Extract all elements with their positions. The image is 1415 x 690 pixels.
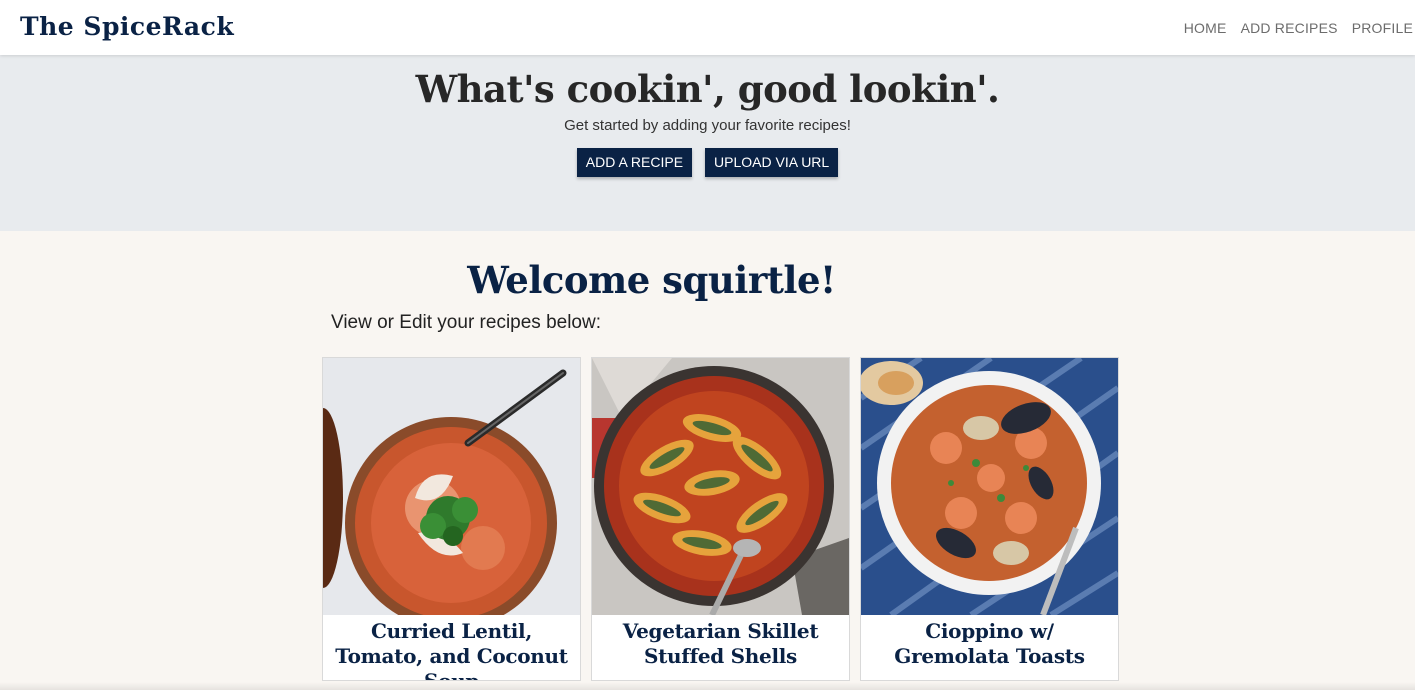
recipe-title[interactable]: Cioppino w/ Gremolata Toasts (861, 615, 1118, 680)
recipe-cards: Curried Lentil, Tomato, and Coconut Soup (322, 357, 1119, 681)
recipe-card-skillet-stuffed-shells[interactable]: Vegetarian Skillet Stuffed Shells (591, 357, 850, 681)
recipe-card-curried-lentil-soup[interactable]: Curried Lentil, Tomato, and Coconut Soup (322, 357, 581, 681)
nav-link-home[interactable]: HOME (1184, 20, 1227, 36)
top-navbar: The SpiceRack HOME ADD RECIPES PROFILE (0, 0, 1415, 55)
hero-banner: What's cookin', good lookin'. Get starte… (0, 55, 1415, 231)
nav-link-profile[interactable]: PROFILE (1352, 20, 1413, 36)
soup-bowl-photo[interactable] (323, 358, 580, 615)
cioppino-bowl-photo[interactable] (861, 358, 1118, 615)
upload-via-url-button[interactable]: UPLOAD VIA URL (705, 148, 839, 177)
nav-links: HOME ADD RECIPES PROFILE (1184, 20, 1413, 36)
recipe-card-cioppino[interactable]: Cioppino w/ Gremolata Toasts (860, 357, 1119, 681)
stuffed-shells-skillet-photo[interactable] (592, 358, 849, 615)
nav-link-add-recipes[interactable]: ADD RECIPES (1241, 20, 1338, 36)
recipes-subtitle: View or Edit your recipes below: (331, 312, 601, 333)
hero-title: What's cookin', good lookin'. (415, 67, 1000, 111)
add-recipe-button[interactable]: ADD A RECIPE (576, 148, 693, 177)
bottom-shadow (0, 682, 1415, 690)
hero-buttons: ADD A RECIPE UPLOAD VIA URL (0, 148, 1415, 177)
welcome-heading: Welcome squirtle! (467, 258, 836, 302)
recipe-title[interactable]: Curried Lentil, Tomato, and Coconut Soup (323, 615, 580, 680)
brand-logo[interactable]: The SpiceRack (20, 12, 234, 41)
hero-subtitle: Get started by adding your favorite reci… (564, 117, 851, 134)
recipe-title[interactable]: Vegetarian Skillet Stuffed Shells (592, 615, 849, 680)
